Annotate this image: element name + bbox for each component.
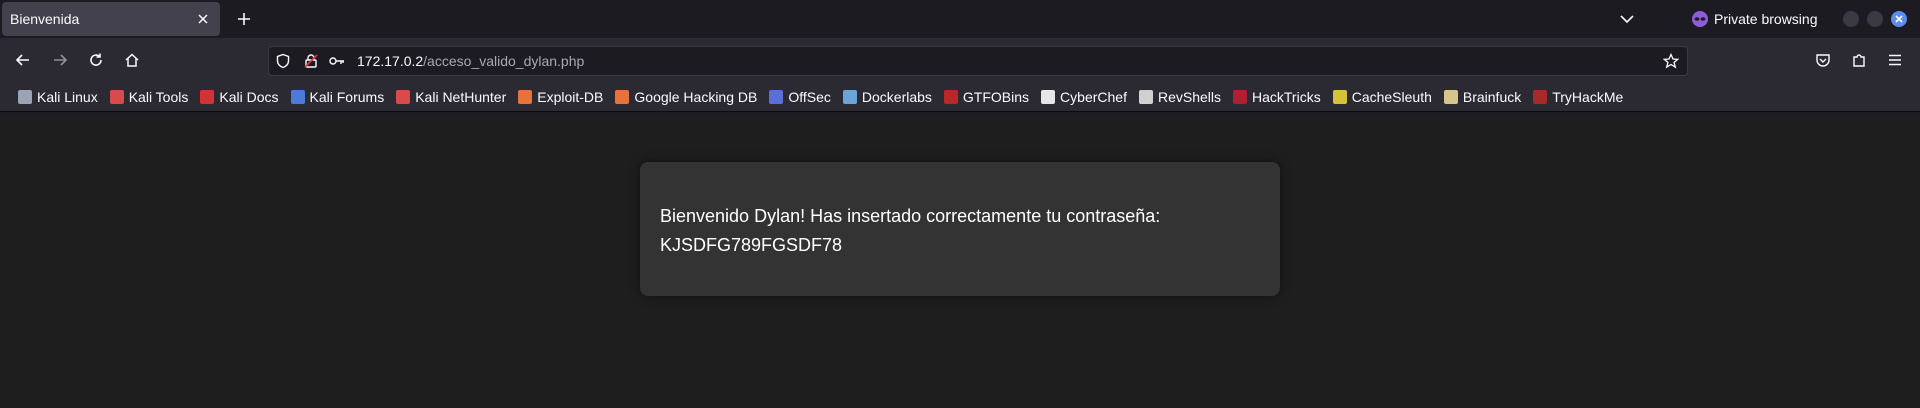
bookmark-label: CyberChef xyxy=(1060,88,1127,105)
url-bar[interactable]: 172.17.0.2/acceso_valido_dylan.php xyxy=(268,46,1688,76)
maximize-window-button[interactable] xyxy=(1867,11,1883,27)
bookmark-label: Kali Linux xyxy=(37,88,98,105)
tryhackme-icon xyxy=(1533,89,1548,104)
revshells-icon xyxy=(1138,89,1153,104)
private-browsing-indicator: Private browsing xyxy=(1692,0,1818,38)
minimize-window-button[interactable] xyxy=(1843,11,1859,27)
bookmark-label: RevShells xyxy=(1157,88,1221,105)
tab-bienvenida[interactable]: Bienvenida xyxy=(2,2,220,36)
bookmark-star-icon[interactable] xyxy=(1663,53,1679,69)
bookmark-item[interactable]: Kali Docs xyxy=(194,85,284,109)
bookmark-label: HackTricks xyxy=(1252,88,1321,105)
url-path: /acceso_valido_dylan.php xyxy=(423,53,585,69)
hacktricks-icon xyxy=(1233,89,1247,104)
bookmark-item[interactable]: OffSec xyxy=(763,85,837,109)
bookmark-item[interactable]: Exploit-DB xyxy=(512,85,609,109)
cyberchef-icon xyxy=(1041,89,1056,104)
bookmark-label: Brainfuck xyxy=(1462,88,1522,105)
bookmark-item[interactable]: Kali Forums xyxy=(285,85,391,109)
bookmark-label: Google Hacking DB xyxy=(634,88,758,105)
welcome-message: Bienvenido Dylan! Has insertado correcta… xyxy=(660,206,1161,226)
private-browsing-label: Private browsing xyxy=(1714,11,1818,27)
forward-arrow-icon[interactable] xyxy=(48,48,72,72)
bookmark-item[interactable]: HackTricks xyxy=(1227,85,1327,109)
reload-icon[interactable] xyxy=(84,48,108,72)
gtfobins-icon xyxy=(943,89,958,104)
brainfuck-icon xyxy=(1443,89,1458,104)
offsec-icon xyxy=(769,89,784,104)
bookmark-label: Kali Forums xyxy=(309,88,385,105)
dockerlabs-icon xyxy=(842,89,857,104)
bookmark-item[interactable]: TryHackMe xyxy=(1527,85,1629,109)
hamburger-menu-icon[interactable] xyxy=(1883,48,1907,72)
bookmark-label: OffSec xyxy=(788,88,831,105)
tab-strip: Bienvenida Private browsing xyxy=(0,0,1920,38)
tab-title: Bienvenida xyxy=(10,11,80,27)
kali-forums-icon xyxy=(290,89,305,104)
pocket-icon[interactable] xyxy=(1811,48,1835,72)
password-value: KJSDFG789FGSDF78 xyxy=(660,235,843,255)
home-icon[interactable] xyxy=(120,48,144,72)
bookmark-label: Dockerlabs xyxy=(861,88,932,105)
bookmark-item[interactable]: GTFOBins xyxy=(938,85,1035,109)
extensions-puzzle-icon[interactable] xyxy=(1847,48,1871,72)
kali-dragon-icon xyxy=(18,89,32,104)
page-content: Bienvenido Dylan! Has insertado correcta… xyxy=(0,113,1920,408)
bookmark-label: Exploit-DB xyxy=(537,88,604,105)
bookmark-item[interactable]: Brainfuck xyxy=(1438,85,1527,109)
nethunter-icon xyxy=(396,89,411,104)
kali-tools-icon xyxy=(109,89,124,104)
kali-docs-icon xyxy=(200,89,215,104)
private-mask-icon xyxy=(1692,11,1708,27)
bookmark-label: Kali Docs xyxy=(219,88,279,105)
bookmark-item[interactable]: Dockerlabs xyxy=(837,85,938,109)
key-permissions-icon[interactable] xyxy=(329,54,345,68)
url-text[interactable]: 172.17.0.2/acceso_valido_dylan.php xyxy=(357,53,584,69)
bookmarks-toolbar: Kali Linux Kali Tools Kali Docs Kali Forums… xyxy=(0,82,1920,112)
bookmark-label: Kali Tools xyxy=(128,88,189,105)
bookmark-item[interactable]: CacheSleuth xyxy=(1327,85,1438,109)
list-all-tabs-chevron-down-icon[interactable] xyxy=(1616,8,1638,30)
bookmark-item[interactable]: Kali NetHunter xyxy=(390,85,512,109)
bookmark-item[interactable]: CyberChef xyxy=(1035,85,1133,109)
bookmark-item[interactable]: RevShells xyxy=(1133,85,1227,109)
welcome-card: Bienvenido Dylan! Has insertado correcta… xyxy=(640,162,1280,296)
close-window-button[interactable] xyxy=(1891,11,1907,27)
new-tab-button[interactable] xyxy=(232,7,256,31)
close-tab-icon[interactable] xyxy=(194,10,212,28)
bookmark-label: Kali NetHunter xyxy=(415,88,507,105)
insecure-lock-icon[interactable] xyxy=(303,53,319,69)
bookmark-item[interactable]: Kali Linux xyxy=(12,85,104,109)
cachesleuth-icon xyxy=(1332,89,1347,104)
tracking-protection-shield-icon[interactable] xyxy=(275,53,291,69)
exploit-db-icon xyxy=(518,89,533,104)
back-arrow-icon[interactable] xyxy=(11,48,35,72)
bookmark-item[interactable]: Kali Tools xyxy=(104,85,195,109)
bookmark-label: GTFOBins xyxy=(962,88,1030,105)
bookmark-label: TryHackMe xyxy=(1552,88,1624,105)
bookmark-label: CacheSleuth xyxy=(1351,88,1432,105)
bookmark-item[interactable]: Google Hacking DB xyxy=(609,85,763,109)
url-host: 172.17.0.2 xyxy=(357,53,424,69)
ghdb-icon xyxy=(615,89,630,104)
